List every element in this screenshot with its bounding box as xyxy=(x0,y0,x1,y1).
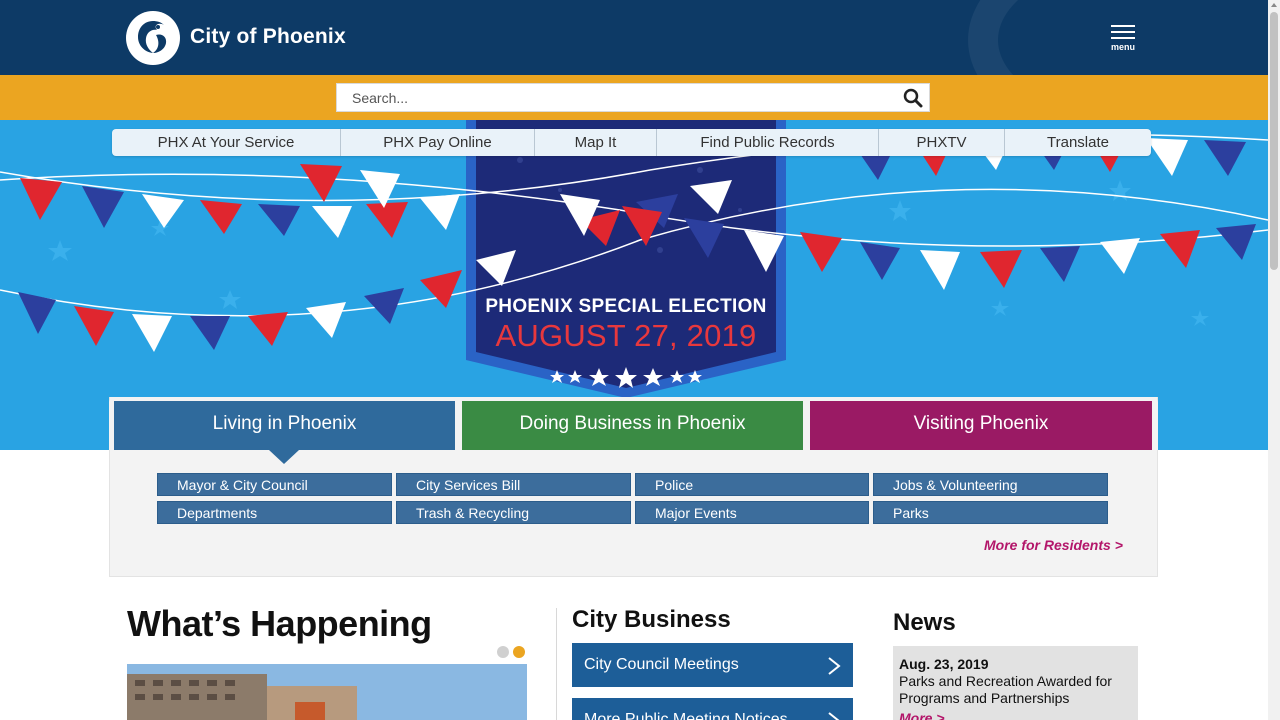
tab-doing-business[interactable]: Doing Business in Phoenix xyxy=(462,401,803,450)
carousel-dot[interactable] xyxy=(497,646,509,658)
quicklink-translate[interactable]: Translate xyxy=(1005,129,1151,156)
search-box xyxy=(336,83,930,112)
search-input[interactable] xyxy=(337,84,877,111)
quicklink-find-public-records[interactable]: Find Public Records xyxy=(657,129,879,156)
quicklinks-bar: PHX At Your Service PHX Pay Online Map I… xyxy=(112,129,1151,156)
news-heading: News xyxy=(893,609,956,636)
quicklink-phx-at-your-service[interactable]: PHX At Your Service xyxy=(112,129,341,156)
link-police[interactable]: Police xyxy=(635,473,869,496)
scroll-up-arrow-icon[interactable] xyxy=(1271,3,1277,7)
active-tab-pointer xyxy=(269,450,299,464)
whats-happening-heading: What’s Happening xyxy=(127,603,432,644)
city-council-meetings-button[interactable]: City Council Meetings xyxy=(572,643,853,687)
public-meeting-notices-label: More Public Meeting Notices xyxy=(584,711,788,720)
search-band xyxy=(0,75,1268,120)
link-departments[interactable]: Departments xyxy=(157,501,392,524)
column-divider xyxy=(556,608,557,720)
link-parks[interactable]: Parks xyxy=(873,501,1108,524)
scrollbar-thumb[interactable] xyxy=(1270,12,1278,270)
phoenix-logo-icon[interactable] xyxy=(126,11,180,65)
link-jobs-volunteering[interactable]: Jobs & Volunteering xyxy=(873,473,1108,496)
quicklink-phxtv[interactable]: PHXTV xyxy=(879,129,1005,156)
election-date: AUGUST 27, 2019 xyxy=(495,318,757,353)
public-meeting-notices-button[interactable]: More Public Meeting Notices xyxy=(572,698,853,720)
link-trash-recycling[interactable]: Trash & Recycling xyxy=(396,501,631,524)
link-mayor-city-council[interactable]: Mayor & City Council xyxy=(157,473,392,496)
link-city-services-bill[interactable]: City Services Bill xyxy=(396,473,631,496)
quicklink-map-it[interactable]: Map It xyxy=(535,129,657,156)
election-title: PHOENIX SPECIAL ELECTION xyxy=(485,296,767,317)
city-council-meetings-label: City Council Meetings xyxy=(584,656,739,673)
building-photo xyxy=(127,664,527,720)
more-for-residents-link[interactable]: More for Residents > xyxy=(984,537,1123,553)
menu-button[interactable]: menu xyxy=(1108,25,1138,52)
carousel-dot-active[interactable] xyxy=(513,646,525,658)
tab-visiting-phoenix[interactable]: Visiting Phoenix xyxy=(810,401,1152,450)
whats-happening-image[interactable] xyxy=(127,664,527,720)
hamburger-icon-bar xyxy=(1111,37,1135,39)
chevron-right-icon xyxy=(828,712,840,720)
search-icon[interactable] xyxy=(903,88,923,108)
news-headline[interactable]: Parks and Recreation Awarded for Program… xyxy=(899,673,1132,707)
quicklink-phx-pay-online[interactable]: PHX Pay Online xyxy=(341,129,535,156)
site-header: City of Phoenix menu xyxy=(0,0,1268,75)
news-card[interactable]: Aug. 23, 2019 Parks and Recreation Award… xyxy=(893,646,1138,720)
chevron-right-icon xyxy=(828,657,841,675)
site-logo-text[interactable]: City of Phoenix xyxy=(190,25,346,49)
news-date: Aug. 23, 2019 xyxy=(899,656,989,672)
city-business-heading: City Business xyxy=(572,606,731,633)
hamburger-icon-bar xyxy=(1111,31,1135,33)
link-major-events[interactable]: Major Events xyxy=(635,501,869,524)
hamburger-icon xyxy=(1111,25,1135,27)
tab-living-in-phoenix[interactable]: Living in Phoenix xyxy=(114,401,455,450)
news-more-link[interactable]: More > xyxy=(899,710,1132,720)
menu-label: menu xyxy=(1110,42,1135,52)
page-scrollbar[interactable] xyxy=(1268,0,1280,720)
